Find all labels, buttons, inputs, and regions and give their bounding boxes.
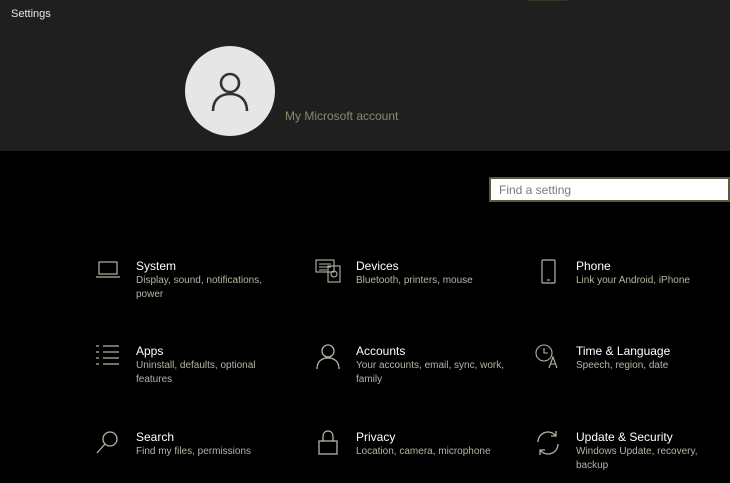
category-name: Time & Language [576,344,671,358]
find-setting-input[interactable] [491,179,728,200]
category-privacy[interactable]: Privacy Location, camera, microphone [315,430,525,483]
category-accounts[interactable]: Accounts Your accounts, email, sync, wor… [315,344,525,400]
account-header: Settings My Microsoft account [0,0,730,151]
category-name: Apps [136,344,164,358]
avatar[interactable] [185,46,275,136]
category-devices[interactable]: Devices Bluetooth, printers, mouse [315,259,525,315]
laptop-icon [95,259,123,287]
search-icon [95,430,123,458]
microsoft-account-link[interactable]: My Microsoft account [285,109,398,123]
category-description: Display, sound, notifications, power [136,275,262,300]
lock-icon [315,430,343,458]
category-name: Devices [356,259,399,273]
category-description: Your accounts, email, sync, work, family [356,360,505,385]
user-icon [208,69,252,113]
category-search[interactable]: Search Find my files, permissions [95,430,305,483]
devices-icon [315,259,343,287]
category-description: Link your Android, iPhone [576,275,690,286]
category-description: Uninstall, defaults, optional features [136,360,256,385]
person-icon [315,344,343,372]
category-name: Privacy [356,430,396,444]
category-description: Speech, region, date [576,360,669,371]
category-description: Windows Update, recovery, backup [576,446,698,471]
category-time-language[interactable]: Time & Language Speech, region, date [535,344,730,400]
category-system[interactable]: System Display, sound, notifications, po… [95,259,305,315]
time-language-icon [535,344,563,372]
search-box[interactable] [489,177,730,202]
category-description: Bluetooth, printers, mouse [356,275,473,286]
apps-list-icon [95,344,123,372]
phone-icon [535,259,563,287]
category-name: Phone [576,259,611,273]
accent-line [527,0,567,1]
category-name: Update & Security [576,430,673,444]
category-name: Search [136,430,175,444]
category-phone[interactable]: Phone Link your Android, iPhone [535,259,730,315]
category-apps[interactable]: Apps Uninstall, defaults, optional featu… [95,344,305,400]
category-description: Location, camera, microphone [356,446,491,457]
category-description: Find my files, permissions [136,446,252,457]
category-name: Accounts [356,344,406,358]
window-title: Settings [11,8,51,20]
category-name: System [136,259,177,273]
category-update-security[interactable]: Update & Security Windows Update, recove… [535,430,730,483]
sync-icon [535,430,563,458]
